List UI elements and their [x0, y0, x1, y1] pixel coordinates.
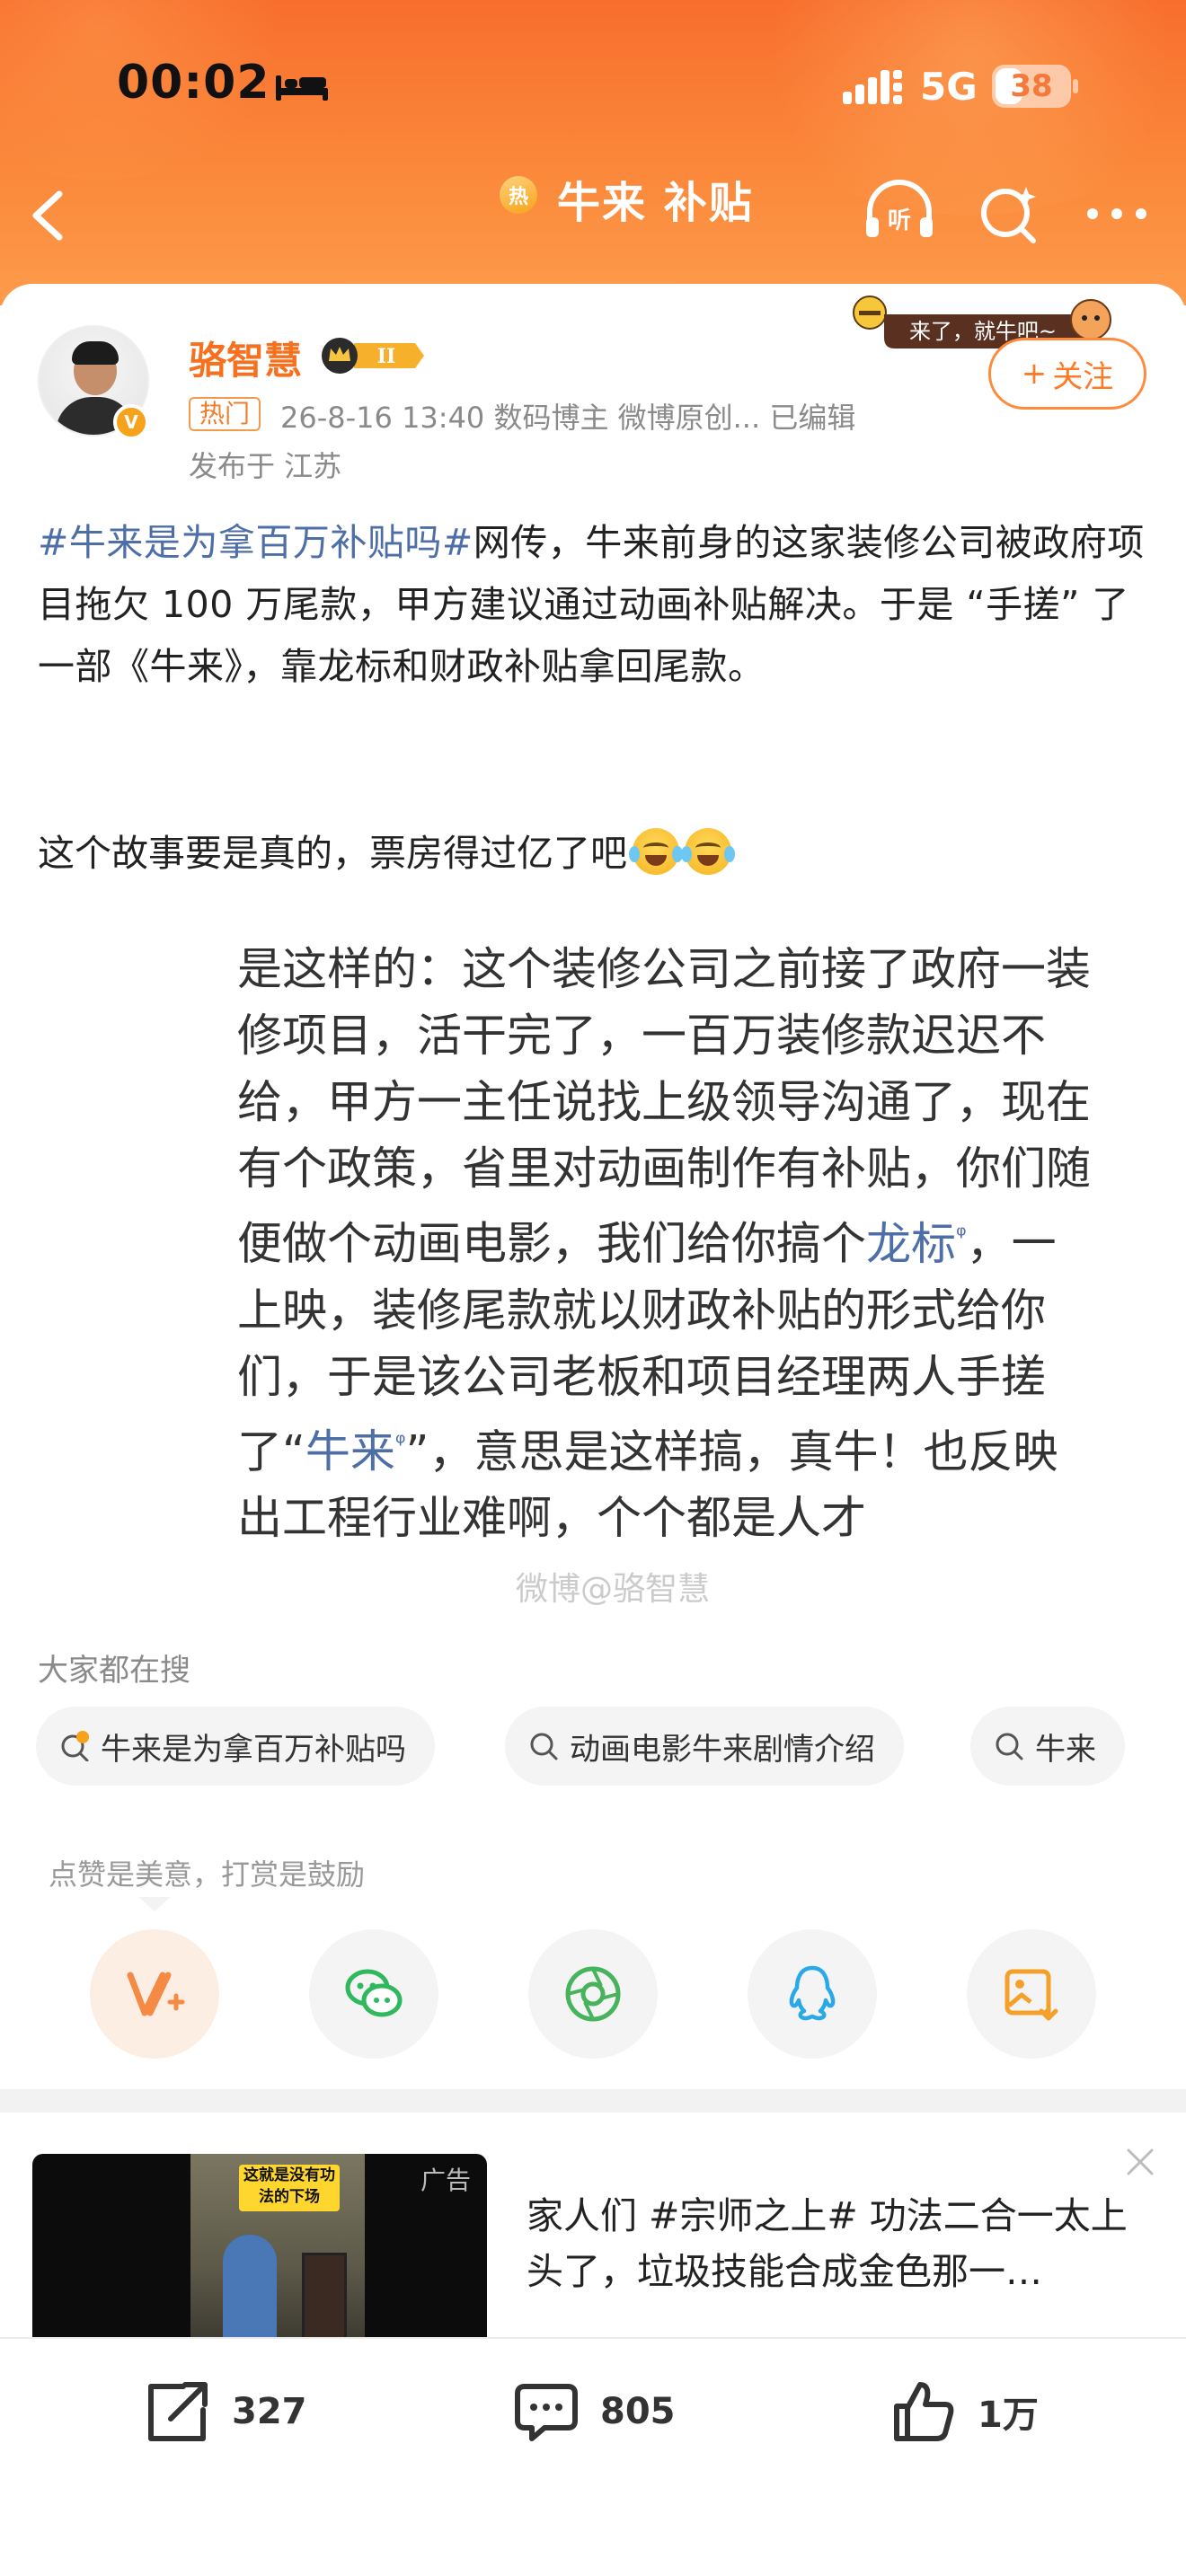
qq-icon: [789, 1965, 836, 2021]
save-image-button[interactable]: [967, 1929, 1096, 2059]
battery-tip: [1073, 79, 1078, 93]
post-line2-text: 这个故事要是真的，票房得过亿了吧: [38, 832, 627, 875]
listen-headphones-icon[interactable]: 听: [863, 180, 936, 243]
tip-vplus-button[interactable]: [90, 1929, 219, 2059]
ad-thumb-caption: 这就是没有功法的下场: [239, 2165, 340, 2211]
image-link-longbiao[interactable]: 龙标ᵠ: [866, 1218, 967, 1270]
follow-label: 关注: [1052, 358, 1114, 395]
vip-level: II: [377, 345, 396, 368]
tip-label: 点赞是美意，打赏是鼓励: [49, 1857, 366, 1892]
search-chip[interactable]: 牛来是为拿百万补贴吗: [36, 1707, 435, 1786]
tip-caret: [138, 1897, 171, 1911]
avatar-hair: [72, 341, 119, 365]
svg-text:听: 听: [888, 207, 911, 234]
ad-thumbnail[interactable]: 这就是没有功法的下场 广告: [32, 2154, 487, 2342]
ad-door: [302, 2253, 347, 2342]
author-name[interactable]: 骆智慧: [189, 331, 302, 385]
status-time: 00:02: [117, 56, 270, 110]
ai-search-icon[interactable]: [978, 183, 1040, 246]
comment-button[interactable]: 805: [512, 2371, 676, 2452]
close-icon[interactable]: [1125, 2147, 1155, 2177]
save-image-icon: [1005, 1969, 1058, 2021]
laugh-cry-emoji-icon: [629, 828, 683, 875]
search-chip-label: 牛来是为拿百万补贴吗: [101, 1731, 406, 1768]
back-arrow-icon[interactable]: [27, 189, 72, 243]
verified-badge-icon: V: [113, 404, 149, 440]
more-options-icon[interactable]: [1085, 203, 1148, 225]
sleep-mode-icon: [276, 75, 328, 101]
top-header: [0, 0, 1186, 305]
laugh-cry-emoji-icon: [681, 828, 735, 875]
hot-tag: 热门: [189, 397, 261, 431]
share-wechat-button[interactable]: [309, 1929, 438, 2059]
repost-button[interactable]: 327: [144, 2371, 307, 2452]
ad-tag: 广告: [420, 2166, 471, 2195]
battery-indicator: 38: [992, 65, 1071, 108]
hot-topic-icon: 热: [500, 176, 537, 214]
vip-crown-badge-icon: II: [322, 338, 424, 374]
search-chip-label: 牛来: [1035, 1731, 1096, 1768]
trending-search-title: 大家都在搜: [38, 1653, 190, 1689]
ad-person: [223, 2235, 277, 2342]
battery-percent: 38: [1010, 68, 1053, 104]
comment-count: 805: [600, 2391, 676, 2432]
share-moments-button[interactable]: [528, 1929, 658, 2059]
post-location: 发布于 江苏: [189, 449, 342, 483]
follow-button[interactable]: + 关注: [988, 338, 1146, 410]
post-comment-line: 这个故事要是真的，票房得过亿了吧: [38, 823, 735, 877]
ad-text[interactable]: 家人们 #宗师之上# 功法二合一太上头了，垃圾技能合成金色那一…: [527, 2188, 1137, 2299]
signal-icon: [843, 70, 902, 104]
search-icon: [530, 1733, 558, 1760]
like-button[interactable]: 1万: [890, 2371, 1039, 2452]
thumbs-up-icon: [894, 2382, 954, 2441]
post-body: #牛来是为拿百万补贴吗#网传，牛来前身的这家装修公司被政府项目拖欠 100 万尾…: [38, 512, 1161, 698]
like-count: 1万: [978, 2395, 1039, 2436]
repost-count: 327: [232, 2391, 307, 2432]
link-search-icon: ᵠ: [956, 1220, 967, 1249]
post-hashtag[interactable]: #牛来是为拿百万补贴吗#: [38, 521, 474, 564]
hot-search-icon: [61, 1731, 89, 1761]
image-watermark: 微博@骆智慧: [516, 1571, 711, 1608]
comment-icon: [515, 2384, 578, 2441]
weibo-v-plus-icon: [127, 1972, 185, 2016]
page-title: 牛来 补贴: [557, 178, 754, 228]
search-icon: [996, 1733, 1023, 1760]
post-image-text: 是这样的：这个装修公司之前接了政府一装修项目，活干完了，一百万装修款迟迟不给，甲…: [237, 936, 1100, 1551]
post-meta: 26-8-16 13:40 数码博主 微博原创... 已编辑: [280, 401, 856, 435]
moments-icon: [565, 1966, 621, 2022]
wechat-icon: [345, 1969, 403, 2017]
link-search-icon: ᵠ: [394, 1427, 406, 1458]
section-divider: [0, 2089, 1186, 2113]
share-qq-button[interactable]: [748, 1929, 877, 2059]
search-chip-label: 动画电影牛来剧情介绍: [570, 1731, 875, 1768]
share-icon: [148, 2382, 208, 2441]
search-chip[interactable]: 牛来: [970, 1707, 1125, 1786]
image-link-niulai[interactable]: 牛来ᵠ: [305, 1425, 406, 1478]
search-chip[interactable]: 动画电影牛来剧情介绍: [505, 1707, 904, 1786]
plus-icon: +: [1021, 356, 1048, 392]
network-type: 5G: [920, 65, 978, 109]
